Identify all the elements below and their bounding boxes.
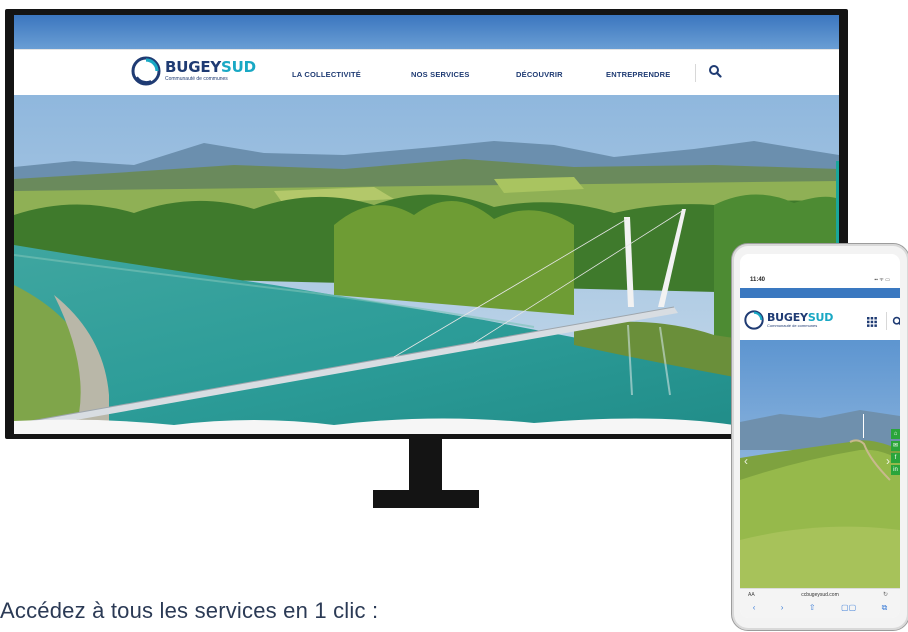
carousel-next-button[interactable]: › [886, 454, 890, 468]
back-icon[interactable]: ‹ [753, 603, 756, 613]
tabs-icon[interactable]: ⧉ [882, 603, 888, 613]
nav-divider [695, 64, 696, 82]
browser-bar: AA ccbugeysud.com ↻ ‹ › ⇧ ▢▢ ⧉ [740, 588, 900, 618]
monitor-stand-neck [409, 439, 442, 491]
bugeysud-logo-icon [131, 56, 161, 86]
bugeysud-logo-icon [744, 310, 764, 330]
carousel-prev-button[interactable]: ‹ [744, 454, 748, 468]
phone-hero-image [740, 340, 900, 588]
monitor-stand-base [373, 490, 479, 508]
status-icons: ▪▪ ᯤ ▭ [874, 277, 890, 283]
grid-menu-icon[interactable] [867, 317, 877, 327]
nav-nos-services[interactable]: NOS SERVICES [411, 70, 470, 79]
caption-text: Accédez à tous les services en 1 clic : [0, 598, 379, 623]
logo-subtitle: Communauté de communes [165, 76, 228, 82]
mobile-phone: 11:40 ▪▪ ᯤ ▭ BUGEYSUD Communauté de comm… [731, 243, 908, 632]
nav-la-collectivite[interactable]: LA COLLECTIVITÉ [292, 70, 361, 79]
header-sky-band [14, 15, 839, 49]
hero-image [14, 95, 839, 434]
nav-decouvrir[interactable]: DÉCOUVRIR [516, 70, 563, 79]
phone-status-bar: 11:40 ▪▪ ᯤ ▭ [740, 254, 900, 283]
facebook-icon[interactable]: f [891, 453, 900, 463]
reload-icon[interactable]: ↻ [883, 591, 888, 598]
desktop-screen: BUGEYSUD Communauté de communes LA COLLE… [14, 15, 839, 434]
search-icon[interactable] [892, 316, 900, 327]
nav-entreprendre[interactable]: ENTREPRENDRE [606, 70, 671, 79]
status-time: 11:40 [750, 277, 766, 283]
phone-logo-name: BUGEYSUD [767, 311, 834, 324]
site-header: BUGEYSUD Communauté de communes LA COLLE… [14, 49, 839, 96]
bookmarks-icon[interactable]: ▢▢ [841, 603, 856, 613]
phone-header-band [740, 288, 900, 298]
phone-site-header: BUGEYSUD Communauté de communes [740, 298, 900, 341]
desktop-monitor: BUGEYSUD Communauté de communes LA COLLE… [5, 9, 848, 439]
linkedin-icon[interactable]: in [891, 465, 900, 475]
forward-icon[interactable]: › [781, 603, 784, 613]
phone-nav-divider [886, 312, 887, 330]
site-logo[interactable]: BUGEYSUD Communauté de communes [131, 56, 256, 86]
address-bar[interactable]: ccbugeysud.com [740, 592, 900, 598]
mail-icon[interactable]: ✉ [891, 441, 900, 451]
phone-site-logo[interactable]: BUGEYSUD Communauté de communes [744, 310, 833, 330]
share-icon[interactable]: ⇧ [809, 603, 816, 613]
phone-screen: 11:40 ▪▪ ᯤ ▭ BUGEYSUD Communauté de comm… [740, 254, 900, 618]
phone-logo-subtitle: Communauté de communes [767, 323, 818, 328]
browser-toolbar: ‹ › ⇧ ▢▢ ⧉ [740, 603, 900, 613]
home-icon[interactable]: ⌂ [891, 429, 900, 439]
search-icon[interactable] [708, 64, 722, 78]
logo-name: BUGEYSUD [165, 58, 256, 76]
